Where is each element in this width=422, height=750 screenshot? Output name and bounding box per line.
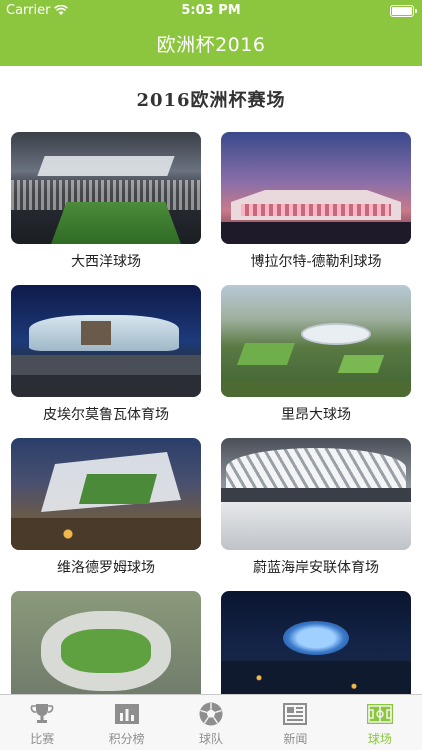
venue-photo [11, 438, 201, 550]
venue-photo [221, 591, 411, 694]
venue-photo [11, 132, 201, 244]
tab-label: 积分榜 [108, 732, 145, 746]
tab-label: 比赛 [30, 732, 55, 746]
venue-card[interactable]: 博拉尔特-德勒利球场 [221, 132, 411, 271]
bar-chart-icon [113, 701, 141, 727]
tab-news[interactable]: 新闻 [253, 695, 337, 750]
tab-standings[interactable]: 积分榜 [84, 695, 168, 750]
venue-name: 博拉尔特-德勒利球场 [250, 254, 382, 270]
venue-photo [221, 285, 411, 397]
tab-stadiums[interactable]: 球场 [338, 695, 422, 750]
tab-label: 新闻 [283, 732, 308, 746]
venue-name: 里昂大球场 [281, 407, 351, 423]
newspaper-icon [281, 701, 309, 727]
battery-icon [390, 5, 417, 17]
tab-label: 球队 [199, 732, 224, 746]
tab-matches[interactable]: 比赛 [0, 695, 84, 750]
venue-card[interactable]: 大西洋球场 [11, 132, 201, 271]
venue-name: 皮埃尔莫鲁瓦体育场 [43, 407, 169, 423]
page-title: 欧洲杯2016 [156, 34, 266, 56]
soccer-ball-icon [197, 701, 225, 727]
tab-label: 球场 [367, 732, 392, 746]
status-bar: Carrier 5:03 PM [0, 0, 422, 22]
venue-photo [221, 132, 411, 244]
venue-name: 维洛德罗姆球场 [57, 560, 155, 576]
tab-teams[interactable]: 球队 [169, 695, 253, 750]
trophy-icon [28, 701, 56, 727]
venue-card[interactable]: 蔚蓝海岸安联体育场 [221, 438, 411, 577]
venue-name: 大西洋球场 [71, 254, 141, 270]
section-heading: 2016欧洲杯赛场 [136, 90, 286, 111]
pitch-icon [366, 701, 394, 727]
venue-photo [11, 591, 201, 694]
venue-card[interactable] [221, 591, 411, 694]
tab-bar: 比赛 积分榜 球队 新闻 球场 [0, 694, 422, 750]
navigation-bar: Carrier 5:03 PM 欧洲杯2016 [0, 0, 422, 66]
venue-card[interactable]: 维洛德罗姆球场 [11, 438, 201, 577]
venue-photo [11, 285, 201, 397]
venue-card[interactable] [11, 591, 201, 694]
venue-name: 蔚蓝海岸安联体育场 [253, 560, 379, 576]
venue-card[interactable]: 皮埃尔莫鲁瓦体育场 [11, 285, 201, 424]
venue-card[interactable]: 里昂大球场 [221, 285, 411, 424]
status-time: 5:03 PM [181, 3, 241, 18]
venue-grid: 大西洋球场 博拉尔特-德勒利球场 皮埃尔莫鲁瓦体育场 里昂大球场 维洛德罗姆球场… [0, 132, 422, 694]
venue-photo [221, 438, 411, 550]
